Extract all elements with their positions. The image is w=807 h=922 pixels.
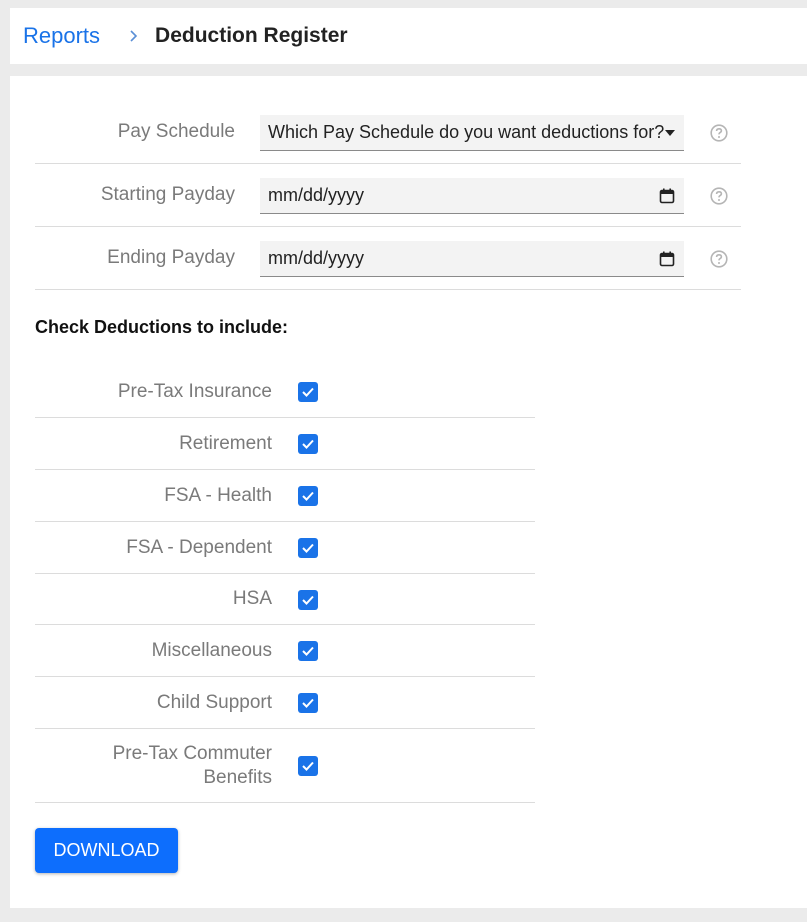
check-icon (302, 439, 314, 449)
deduction-label: Pre-Tax Commuter Benefits (112, 742, 272, 788)
download-button[interactable]: Download (35, 828, 178, 873)
check-icon (302, 387, 314, 397)
question-circle-icon[interactable] (710, 187, 728, 205)
deduction-label: Miscellaneous (151, 639, 272, 661)
ending-payday-placeholder: mm/dd/yyyy (268, 248, 365, 268)
pay-schedule-label: Pay Schedule (117, 121, 235, 142)
deduction-row: FSA - Dependent (35, 522, 535, 574)
page-title: Deduction Register (155, 24, 348, 47)
deduction-checkbox[interactable] (298, 693, 318, 713)
deduction-row: Child Support (35, 677, 535, 729)
deduction-row: FSA - Health (35, 470, 535, 522)
check-icon (302, 491, 314, 501)
deduction-label: HSA (232, 588, 272, 609)
breadcrumb-chevron-icon (128, 29, 138, 43)
ending-payday-input[interactable]: mm/dd/yyyy (260, 241, 684, 277)
check-icon (302, 595, 314, 605)
pay-schedule-row: Pay Schedule Which Pay Schedule do you w… (35, 101, 741, 164)
starting-payday-placeholder: mm/dd/yyyy (268, 185, 365, 205)
calendar-icon[interactable] (658, 187, 676, 205)
deduction-row: HSA (35, 574, 535, 625)
deduction-checkbox[interactable] (298, 590, 318, 610)
deduction-checkbox[interactable] (298, 434, 318, 454)
deduction-checkbox[interactable] (298, 756, 318, 776)
deduction-checkbox[interactable] (298, 641, 318, 661)
deductions-section-title: Check Deductions to include: (35, 317, 289, 337)
report-form-card: Pay Schedule Which Pay Schedule do you w… (10, 76, 807, 908)
pay-schedule-select[interactable]: Which Pay Schedule do you want deduction… (260, 115, 684, 151)
ending-payday-row: Ending Payday mm/dd/yyyy (35, 227, 741, 290)
deduction-label: FSA - Dependent (126, 536, 272, 558)
check-icon (302, 698, 314, 708)
starting-payday-label: Starting Payday (100, 184, 235, 205)
deduction-label: Retirement (179, 432, 272, 454)
deduction-row: Pre-Tax Insurance (35, 366, 535, 418)
starting-payday-row: Starting Payday mm/dd/yyyy (35, 164, 741, 227)
deduction-label: FSA - Health (164, 484, 272, 506)
deduction-checkbox[interactable] (298, 538, 318, 558)
deduction-label: Pre-Tax Insurance (117, 380, 272, 402)
deduction-label: Child Support (156, 691, 272, 713)
check-icon (302, 761, 314, 771)
deduction-checkbox[interactable] (298, 486, 318, 506)
ending-payday-label: Ending Payday (107, 247, 235, 268)
question-circle-icon[interactable] (710, 124, 728, 142)
deduction-row: Miscellaneous (35, 625, 535, 677)
calendar-icon[interactable] (658, 250, 676, 268)
pay-schedule-selected-value: Which Pay Schedule do you want deduction… (268, 122, 665, 142)
deduction-row: Pre-Tax Commuter Benefits (35, 729, 535, 803)
caret-down-icon (664, 124, 676, 142)
breadcrumb-reports-link[interactable]: Reports (23, 23, 100, 49)
check-icon (302, 543, 314, 553)
page-header: Reports Deduction Register (10, 8, 807, 64)
check-icon (302, 646, 314, 656)
deduction-row: Retirement (35, 418, 535, 470)
deduction-checkbox[interactable] (298, 382, 318, 402)
starting-payday-input[interactable]: mm/dd/yyyy (260, 178, 684, 214)
question-circle-icon[interactable] (710, 250, 728, 268)
